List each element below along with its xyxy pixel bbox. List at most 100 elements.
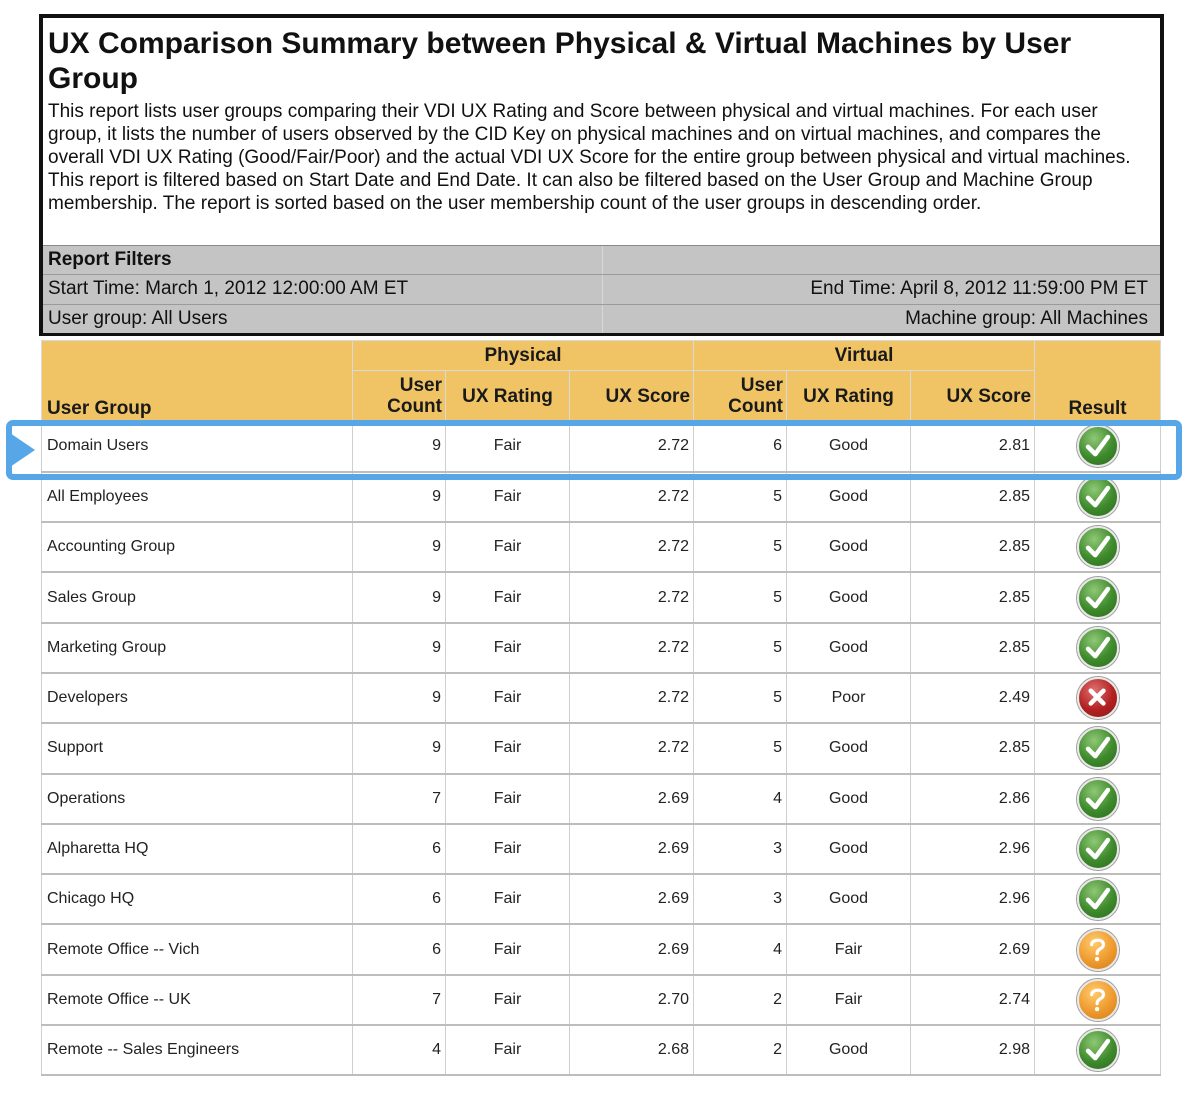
virtual-ux-score-cell: 2.85	[910, 622, 1036, 674]
user-group-cell: Sales Group	[41, 572, 353, 624]
virtual-ux-rating-cell: Good	[786, 823, 912, 876]
check-icon	[1076, 1029, 1119, 1072]
virtual-user-count-cell: 5	[693, 471, 788, 524]
table-row[interactable]: Operations 7 Fair 2.69 4 Good 2.86	[41, 773, 1162, 825]
physical-ux-rating-cell: Fair	[445, 522, 570, 574]
result-cell	[1034, 471, 1162, 524]
user-group-cell: Chicago HQ	[41, 874, 353, 926]
virtual-ux-score-cell: 2.85	[910, 522, 1036, 574]
virtual-user-count-cell: 3	[693, 874, 788, 926]
table-row[interactable]: All Employees 9 Fair 2.72 5 Good 2.85	[41, 471, 1162, 524]
virtual-ux-rating-cell: Good	[786, 622, 912, 674]
virtual-user-count-cell: 5	[693, 723, 788, 775]
filters-heading-row: Report Filters	[43, 245, 1160, 275]
physical-ux-rating-header: UX Rating	[445, 370, 570, 422]
virtual-ux-rating-cell: Good	[786, 723, 912, 775]
physical-user-count-cell: 6	[352, 874, 446, 926]
virtual-ux-score-cell: 2.98	[910, 1025, 1036, 1077]
cross-icon	[1076, 677, 1119, 720]
check-icon	[1076, 526, 1119, 569]
physical-ux-score-cell: 2.69	[568, 823, 695, 876]
table-row[interactable]: Sales Group 9 Fair 2.72 5 Good 2.85	[41, 572, 1162, 624]
physical-ux-rating-cell: Fair	[445, 421, 570, 473]
physical-ux-rating-cell: Fair	[445, 924, 570, 976]
virtual-ux-rating-cell: Good	[786, 421, 912, 473]
physical-ux-rating-cell: Fair	[445, 974, 570, 1027]
physical-ux-rating-cell: Fair	[445, 471, 570, 524]
check-icon	[1076, 777, 1119, 820]
check-icon	[1076, 727, 1119, 770]
check-icon	[1076, 425, 1119, 468]
check-icon	[1076, 878, 1119, 921]
filters-time-row: Start Time: March 1, 2012 12:00:00 AM ET…	[43, 274, 1160, 304]
result-cell	[1034, 1025, 1162, 1077]
user-group-cell: Support	[41, 723, 353, 775]
physical-ux-score-cell: 2.69	[568, 874, 695, 926]
virtual-ux-score-cell: 2.49	[910, 672, 1036, 725]
row-highlight-pointer-icon	[7, 431, 35, 469]
user-group-cell: Remote -- Sales Engineers	[41, 1025, 353, 1077]
physical-user-count-cell: 9	[352, 471, 446, 524]
physical-ux-rating-cell: Fair	[445, 773, 570, 825]
virtual-ux-rating-cell: Good	[786, 522, 912, 574]
physical-ux-rating-cell: Fair	[445, 622, 570, 674]
virtual-ux-rating-cell: Fair	[786, 974, 912, 1027]
virtual-ux-rating-header: UX Rating	[786, 370, 912, 422]
physical-ux-rating-cell: Fair	[445, 572, 570, 624]
virtual-user-count-cell: 2	[693, 1025, 788, 1077]
user-group-cell: Accounting Group	[41, 522, 353, 574]
virtual-group-header: Virtual	[693, 340, 1036, 371]
table-row[interactable]: Remote Office -- UK 7 Fair 2.70 2 Fair 2.74	[41, 974, 1162, 1027]
check-icon	[1076, 626, 1119, 669]
user-group-cell: All Employees	[41, 471, 353, 524]
question-icon	[1076, 928, 1119, 971]
physical-ux-score-cell: 2.72	[568, 471, 695, 524]
physical-ux-rating-cell: Fair	[445, 1025, 570, 1077]
start-time-filter: Start Time: March 1, 2012 12:00:00 AM ET	[43, 275, 603, 304]
check-icon	[1076, 828, 1119, 871]
physical-ux-rating-cell: Fair	[445, 672, 570, 725]
virtual-ux-rating-cell: Fair	[786, 924, 912, 976]
question-icon	[1076, 978, 1119, 1021]
physical-ux-rating-cell: Fair	[445, 823, 570, 876]
table-row[interactable]: Marketing Group 9 Fair 2.72 5 Good 2.85	[41, 622, 1162, 674]
table-row[interactable]: Remote Office -- Vich 6 Fair 2.69 4 Fair 2.69	[41, 924, 1162, 976]
physical-user-count-cell: 4	[352, 1025, 446, 1077]
physical-ux-score-cell: 2.72	[568, 622, 695, 674]
physical-ux-score-cell: 2.72	[568, 672, 695, 725]
virtual-ux-score-cell: 2.85	[910, 723, 1036, 775]
virtual-ux-score-cell: 2.74	[910, 974, 1036, 1027]
virtual-ux-score-cell: 2.85	[910, 471, 1036, 524]
user-group-cell: Remote Office -- UK	[41, 974, 353, 1027]
result-cell	[1034, 924, 1162, 976]
table-row[interactable]: Accounting Group 9 Fair 2.72 5 Good 2.85	[41, 522, 1162, 574]
result-header: Result	[1034, 340, 1162, 422]
result-cell	[1034, 572, 1162, 624]
virtual-ux-rating-cell: Good	[786, 874, 912, 926]
physical-user-count-cell: 9	[352, 421, 446, 473]
physical-user-count-cell: 9	[352, 723, 446, 775]
physical-user-count-cell: 9	[352, 572, 446, 624]
machine-group-filter: Machine group: All Machines	[905, 307, 1148, 329]
table-row[interactable]: Developers 9 Fair 2.72 5 Poor 2.49	[41, 672, 1162, 725]
result-cell	[1034, 522, 1162, 574]
user-group-cell: Remote Office -- Vich	[41, 924, 353, 976]
physical-ux-score-cell: 2.72	[568, 723, 695, 775]
virtual-ux-rating-cell: Poor	[786, 672, 912, 725]
check-icon	[1076, 475, 1119, 518]
table-row[interactable]: Chicago HQ 6 Fair 2.69 3 Good 2.96	[41, 874, 1162, 926]
table-row[interactable]: Support 9 Fair 2.72 5 Good 2.85	[41, 723, 1162, 775]
report-description: This report lists user groups comparing …	[48, 101, 1131, 168]
table-row[interactable]: Domain Users 9 Fair 2.72 6 Good 2.81	[41, 421, 1162, 473]
virtual-ux-score-cell: 2.96	[910, 823, 1036, 876]
user-group-cell: Developers	[41, 672, 353, 725]
physical-ux-score-cell: 2.68	[568, 1025, 695, 1077]
virtual-user-count-header: User Count	[693, 370, 788, 422]
virtual-ux-score-cell: 2.86	[910, 773, 1036, 825]
table-row[interactable]: Remote -- Sales Engineers 4 Fair 2.68 2 Good 2…	[41, 1025, 1162, 1077]
user-group-cell: Operations	[41, 773, 353, 825]
table-row[interactable]: Alpharetta HQ 6 Fair 2.69 3 Good 2.96	[41, 823, 1162, 876]
virtual-user-count-cell: 4	[693, 924, 788, 976]
virtual-ux-score-cell: 2.96	[910, 874, 1036, 926]
physical-user-count-cell: 9	[352, 622, 446, 674]
